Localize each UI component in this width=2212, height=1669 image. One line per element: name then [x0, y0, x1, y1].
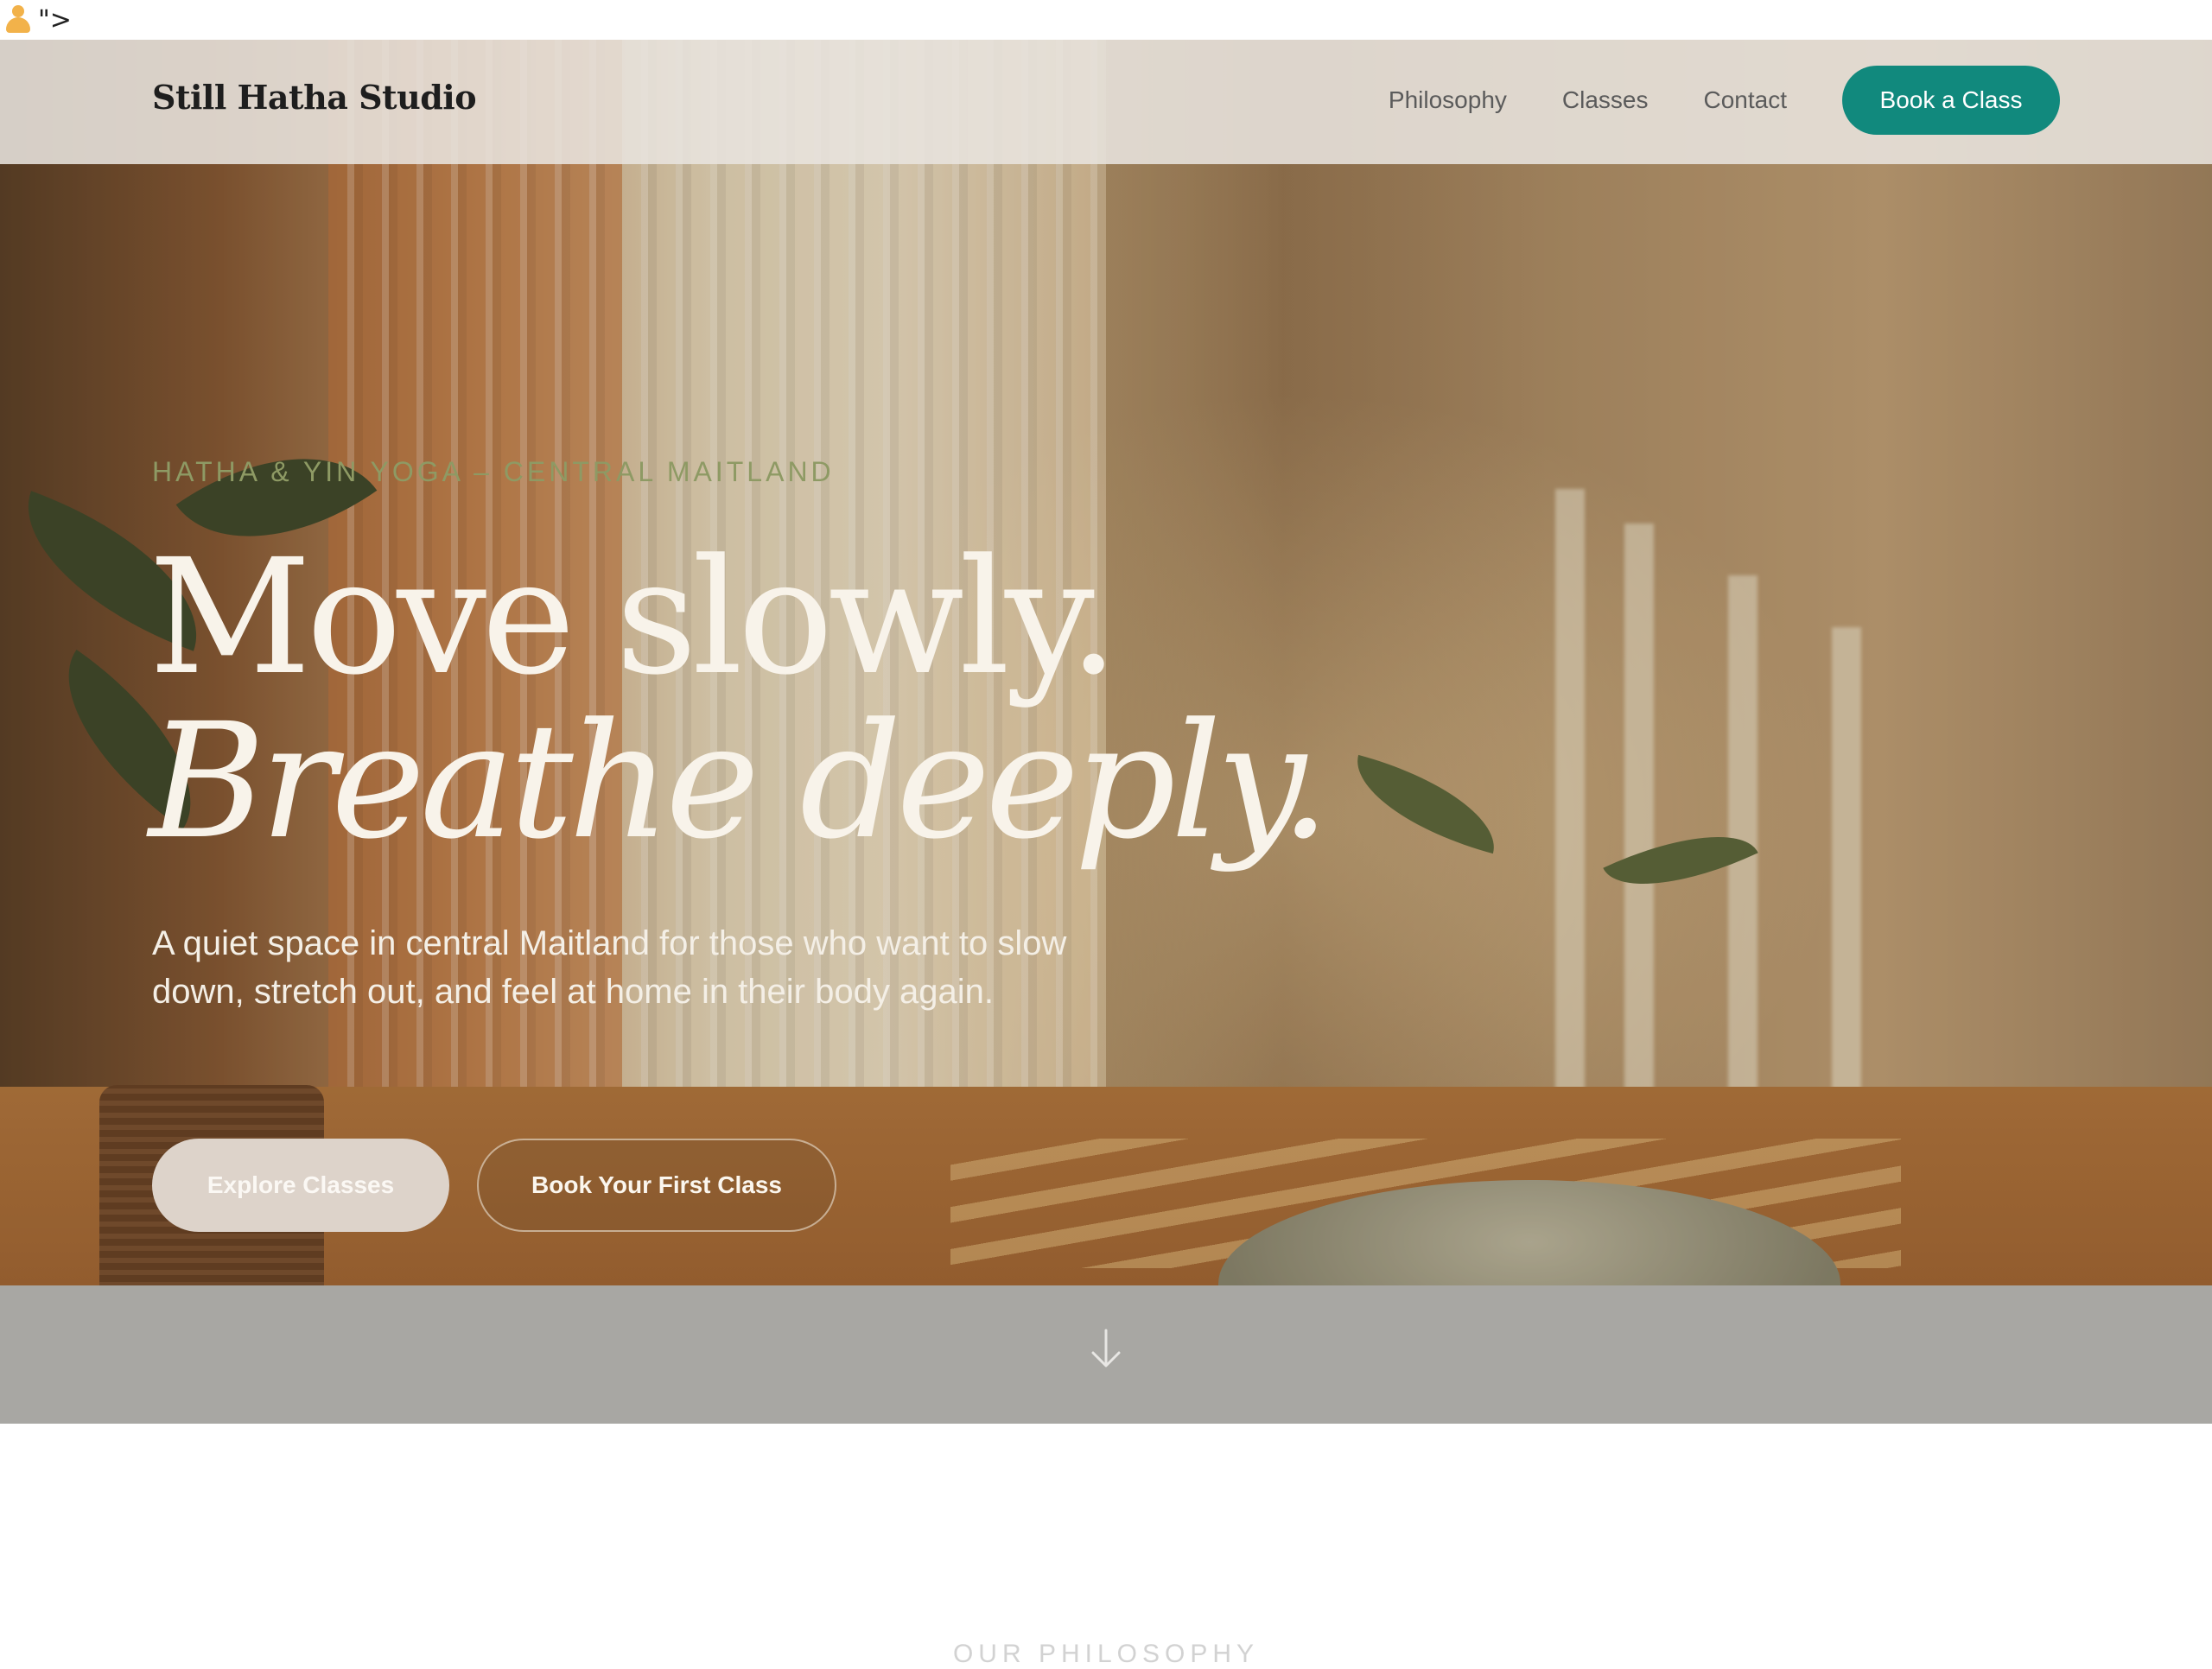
book-a-class-button[interactable]: Book a Class	[1842, 66, 2060, 135]
nav-link-philosophy[interactable]: Philosophy	[1389, 66, 1507, 135]
philosophy-section-label: OUR PHILOSOPHY	[952, 1640, 1260, 1668]
hero-description: A quiet space in central Maitland for th…	[152, 924, 1067, 1011]
meditation-emoji-icon	[3, 5, 33, 35]
nav-link-classes[interactable]: Classes	[1562, 66, 1649, 135]
explore-classes-button[interactable]: Explore Classes	[152, 1139, 449, 1232]
studio-logo[interactable]: Still Hatha Studio	[152, 78, 477, 117]
top-navigation: Still Hatha Studio Philosophy Classes Co…	[0, 40, 2212, 164]
broken-markup-artifact: ">	[0, 0, 2212, 40]
book-first-class-button[interactable]: Book Your First Class	[477, 1139, 836, 1232]
nav-link-contact[interactable]: Contact	[1704, 66, 1788, 135]
hero-headline: Move slowly. Breathe deeply.	[149, 525, 1331, 874]
headline-line-2: Breathe deeply.	[149, 689, 1331, 874]
hero-eyebrow: HATHA & YIN YOGA – CENTRAL MAITLAND	[152, 456, 835, 487]
headline-line-1: Move slowly.	[149, 525, 1119, 710]
nav-links: Philosophy Classes Contact Book a Class	[1389, 66, 2060, 135]
artifact-text: ">	[38, 4, 72, 35]
arrow-down-icon[interactable]	[1090, 1329, 1122, 1368]
